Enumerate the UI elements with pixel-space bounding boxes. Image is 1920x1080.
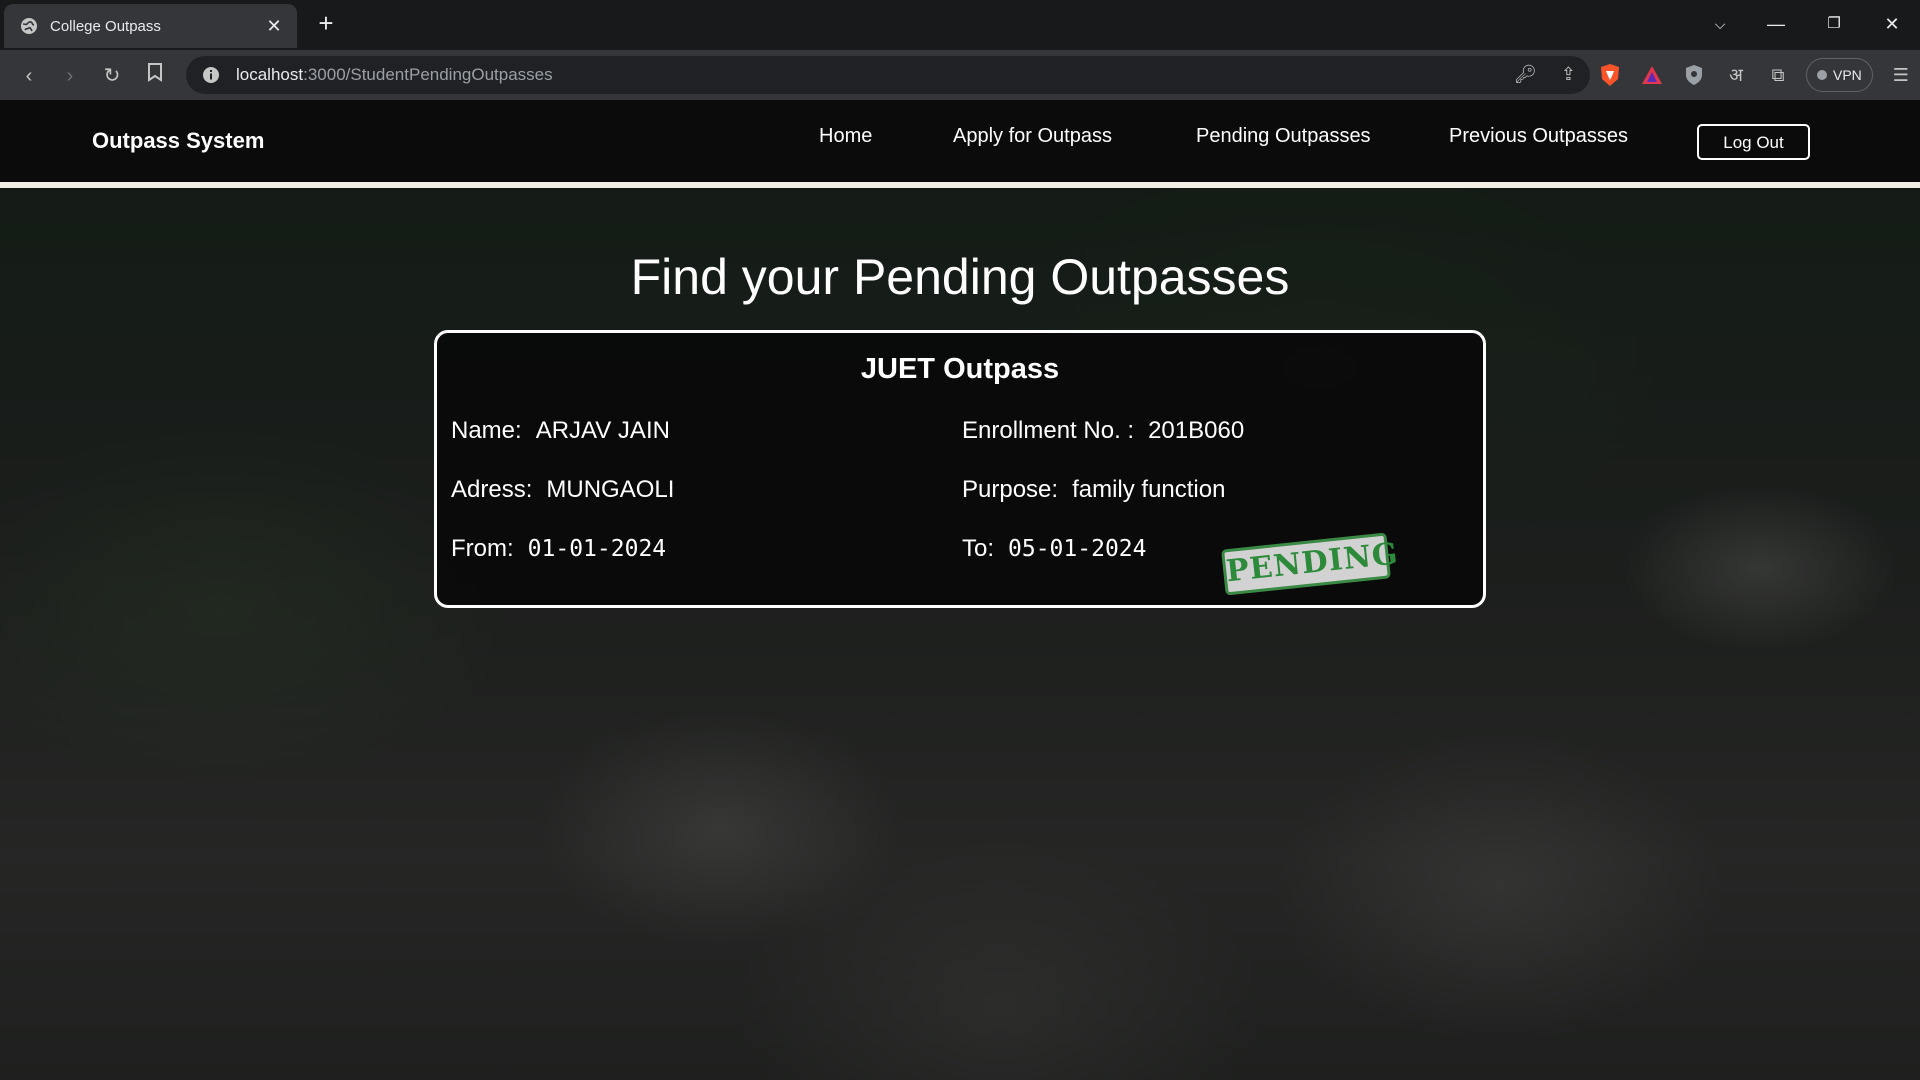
nav-link-apply-outpass[interactable]: Apply for Outpass [953, 125, 1112, 148]
nav-link-pending-outpasses[interactable]: Pending Outpasses [1196, 125, 1371, 148]
address-field: Adress: MUNGAOLI [451, 476, 674, 504]
browser-tab[interactable]: College Outpass ✕ [4, 4, 297, 48]
name-value: ARJAV JAIN [535, 417, 670, 444]
vpn-status-icon [1817, 70, 1827, 80]
site-navbar: Outpass System Home Apply for Outpass Pe… [0, 100, 1920, 182]
background-overlay [0, 188, 1920, 1080]
enrollment-field: Enrollment No. : 201B060 [962, 417, 1244, 445]
logout-button[interactable]: Log Out [1697, 124, 1810, 160]
extensions-puzzle-icon[interactable]: ⧉ [1764, 61, 1792, 89]
share-icon[interactable]: ⇪ [1561, 64, 1576, 85]
forward-arrow-icon[interactable]: › [56, 62, 84, 90]
minimize-button[interactable]: — [1756, 10, 1796, 38]
nav-link-home[interactable]: Home [819, 125, 872, 148]
menu-hamburger-icon[interactable]: ☰ [1887, 61, 1915, 89]
purpose-label: Purpose: [962, 476, 1059, 503]
address-label: Adress: [451, 476, 533, 503]
web-page: Outpass System Home Apply for Outpass Pe… [0, 100, 1920, 1080]
brave-rewards-icon[interactable] [1638, 61, 1666, 89]
outpass-card: JUET Outpass Name: ARJAV JAIN Enrollment … [434, 330, 1486, 608]
address-value: MUNGAOLI [546, 476, 675, 503]
restore-button[interactable]: ❐ [1814, 10, 1854, 38]
brave-shield-icon[interactable] [1596, 61, 1624, 89]
from-date-value: 01-01-2024 [527, 536, 667, 562]
enrollment-label: Enrollment No. : [962, 417, 1135, 444]
from-date-field: From: 01-01-2024 [451, 535, 666, 563]
new-tab-button[interactable]: + [312, 10, 340, 38]
address-bar[interactable]: localhost:3000/StudentPendingOutpasses 🔑… [186, 56, 1590, 94]
site-info-icon[interactable] [202, 66, 220, 84]
close-tab-icon[interactable]: ✕ [263, 16, 285, 37]
to-label: To: [962, 535, 995, 562]
close-window-button[interactable]: ✕ [1872, 10, 1912, 38]
bookmark-icon[interactable] [141, 62, 169, 90]
name-field: Name: ARJAV JAIN [451, 417, 670, 445]
browser-tab-strip: College Outpass ✕ + ⌵ — ❐ ✕ [0, 0, 1920, 50]
url-path: :3000/StudentPendingOutpasses [303, 65, 553, 84]
to-date-field: To: 05-01-2024 [962, 535, 1147, 563]
browser-toolbar: ‹ › ↻ localhost:3000/StudentPendingOutpa… [0, 50, 1920, 100]
globe-icon [21, 18, 37, 34]
url-host: localhost [236, 65, 304, 84]
page-title: Find your Pending Outpasses [630, 248, 1290, 305]
from-label: From: [451, 535, 514, 562]
tab-search-chevron-icon[interactable]: ⌵ [1700, 10, 1740, 38]
pending-status-stamp: PENDING [1221, 532, 1400, 596]
nav-link-previous-outpasses[interactable]: Previous Outpasses [1449, 125, 1628, 148]
key-icon[interactable]: 🔑︎ [1514, 64, 1537, 85]
vpn-button[interactable]: VPN [1806, 58, 1873, 92]
enrollment-value: 201B060 [1148, 417, 1245, 444]
card-title: JUET Outpass [860, 353, 1060, 385]
shield-extension-icon[interactable] [1680, 61, 1708, 89]
campus-background: Find your Pending Outpasses JUET Outpass… [0, 188, 1920, 1080]
back-arrow-icon[interactable]: ‹ [15, 62, 43, 90]
brand-logo[interactable]: Outpass System [92, 128, 264, 154]
to-date-value: 05-01-2024 [1008, 536, 1147, 562]
tab-title: College Outpass [50, 17, 161, 35]
translate-extension-icon[interactable]: अ [1722, 61, 1750, 89]
purpose-field: Purpose: family function [962, 476, 1225, 504]
reload-icon[interactable]: ↻ [98, 62, 126, 90]
purpose-value: family function [1072, 476, 1226, 503]
vpn-label: VPN [1833, 67, 1862, 83]
name-label: Name: [451, 417, 522, 444]
